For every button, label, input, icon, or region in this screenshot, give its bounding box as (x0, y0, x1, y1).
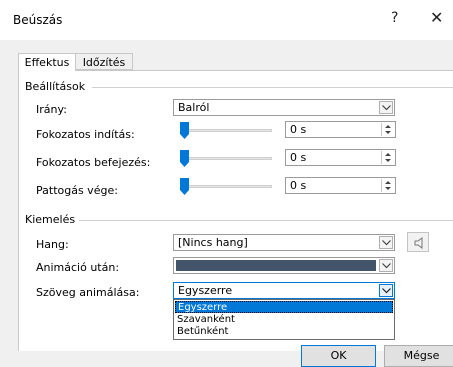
speaker-icon[interactable] (407, 232, 429, 252)
chevron-down-icon[interactable] (379, 259, 393, 272)
spinner-arrows-icon[interactable] (381, 123, 394, 136)
bounce-end-slider-thumb[interactable] (180, 178, 189, 195)
smooth-end-slider-track[interactable] (180, 157, 272, 160)
after-animation-select[interactable] (173, 257, 395, 274)
dialog-window: Beúszás ? ✕ Effektus Időzítés Beállításo… (0, 0, 453, 367)
tab-effect[interactable]: Effektus (18, 53, 76, 71)
smooth-end-slider-thumb[interactable] (180, 150, 189, 167)
title-bar: Beúszás ? ✕ (0, 0, 453, 40)
chevron-down-icon[interactable] (379, 236, 393, 249)
spinner-arrows-icon[interactable] (381, 151, 394, 164)
settings-group-label: Beállítások (25, 80, 90, 93)
bounce-end-slider-track[interactable] (180, 185, 272, 188)
option-szavankent[interactable]: Szavanként (175, 314, 393, 326)
smooth-start-value: 0 s (290, 123, 307, 136)
smooth-start-spinner[interactable]: 0 s (285, 121, 396, 138)
smooth-start-slider-track[interactable] (180, 129, 272, 132)
smooth-end-spinner[interactable]: 0 s (285, 149, 396, 166)
smooth-end-label: Fokozatos befejezés: (36, 156, 151, 169)
bounce-end-value: 0 s (290, 179, 307, 192)
settings-divider (92, 87, 453, 88)
spinner-arrows-icon[interactable] (381, 179, 394, 192)
smooth-start-slider-thumb[interactable] (180, 122, 189, 139)
enhancements-group-label: Kiemelés (25, 213, 80, 226)
option-egyszerre[interactable]: Egyszerre (175, 301, 393, 313)
direction-value: Balról (178, 101, 210, 114)
close-icon[interactable]: ✕ (430, 8, 443, 27)
dialog-title: Beúszás (13, 13, 63, 27)
smooth-end-value: 0 s (290, 151, 307, 164)
sound-label: Hang: (36, 238, 69, 251)
direction-select[interactable]: Balról (173, 99, 395, 116)
sound-select[interactable]: [Nincs hang] (173, 234, 395, 251)
chevron-down-icon[interactable] (379, 284, 393, 297)
ok-button[interactable]: OK (301, 345, 376, 367)
cancel-button[interactable]: Mégse (384, 345, 453, 367)
animate-text-value: Egyszerre (178, 284, 233, 297)
sound-value: [Nincs hang] (178, 236, 248, 249)
after-animation-color-swatch (176, 260, 376, 271)
animate-text-dropdown-list: Egyszerre Szavanként Betűnként (173, 299, 395, 340)
chevron-down-icon[interactable] (379, 101, 393, 114)
direction-label: Irány: (36, 103, 67, 116)
tab-timing[interactable]: Időzítés (76, 53, 133, 70)
help-icon[interactable]: ? (391, 10, 398, 26)
animate-text-label: Szöveg animálása: (36, 286, 140, 299)
animate-text-select[interactable]: Egyszerre (173, 282, 395, 299)
bounce-end-label: Pattogás vége: (36, 184, 118, 197)
smooth-start-label: Fokozatos indítás: (36, 128, 135, 141)
after-animation-label: Animáció után: (36, 261, 120, 274)
bounce-end-spinner[interactable]: 0 s (285, 177, 396, 194)
option-betunkent[interactable]: Betűnként (175, 326, 393, 338)
enhancements-divider (79, 220, 453, 221)
